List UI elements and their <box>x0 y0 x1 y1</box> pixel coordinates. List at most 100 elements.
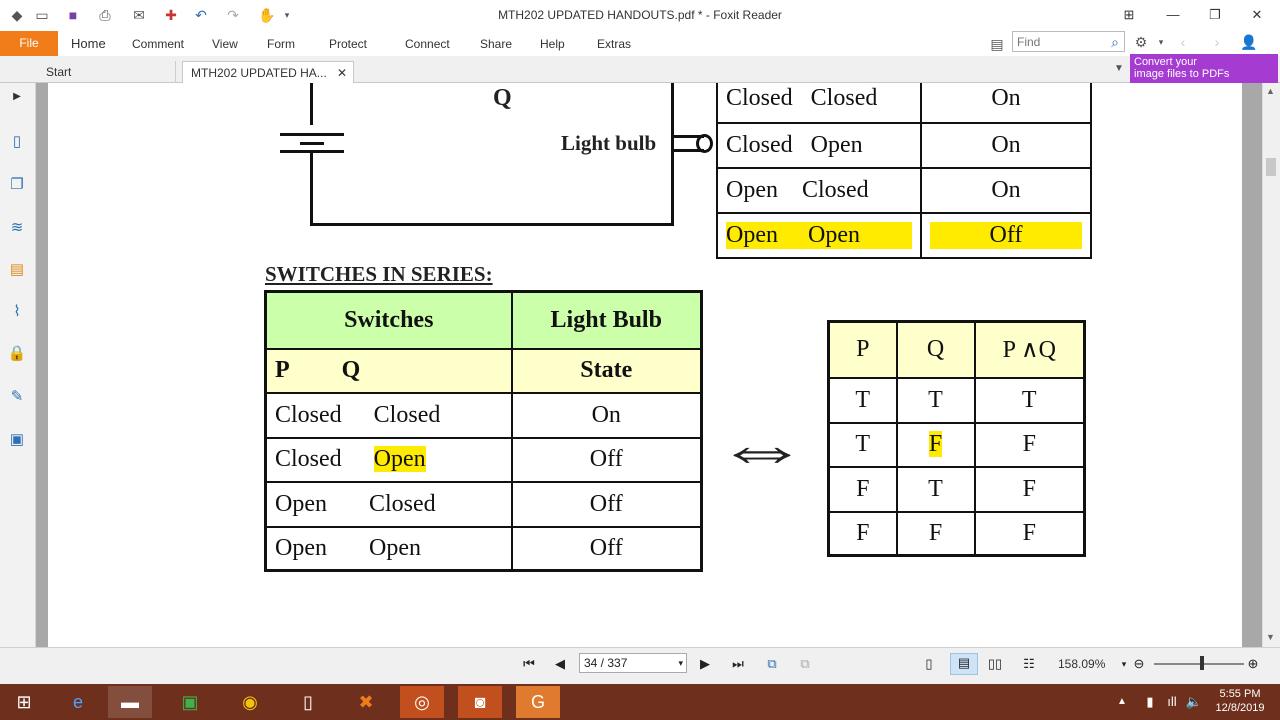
menu-form[interactable]: Form <box>267 37 295 51</box>
menu-extras[interactable]: Extras <box>597 37 631 51</box>
layers-icon[interactable]: ≋ <box>7 218 27 238</box>
previous-page-icon[interactable]: ◀ <box>551 655 569 673</box>
content-icon[interactable]: ▣ <box>7 430 27 450</box>
convert-promo-banner[interactable]: Convert your image files to PDFs <box>1130 54 1278 83</box>
foxit-reader-taskbar-icon[interactable]: G <box>516 686 560 718</box>
volume-icon[interactable]: 🔈 <box>1184 686 1204 718</box>
email-icon[interactable]: ✉ <box>130 6 148 24</box>
pages-icon[interactable]: ❐ <box>7 175 27 195</box>
signature-icon[interactable]: ✎ <box>7 387 27 407</box>
back-arrow-icon[interactable]: ‹ <box>1174 33 1192 51</box>
chrome-icon[interactable]: ◉ <box>228 686 272 718</box>
zoom-slider[interactable] <box>1154 663 1244 665</box>
ribbon-options-icon[interactable]: ⊞ <box>1116 4 1142 26</box>
comments-icon[interactable]: ▤ <box>7 260 27 280</box>
windows-start-icon[interactable]: ⊞ <box>2 686 46 718</box>
xampp-icon[interactable]: ✖ <box>344 686 388 718</box>
file-menu-button[interactable]: File <box>0 31 58 56</box>
expand-panel-icon[interactable]: ▶ <box>7 87 27 107</box>
bookmark-icon[interactable]: ▯ <box>7 132 27 152</box>
wire-bottom <box>310 223 674 226</box>
forward-arrow-icon[interactable]: › <box>1208 33 1226 51</box>
battery-plate-long <box>280 133 344 136</box>
save-icon[interactable]: ■ <box>64 6 82 24</box>
wire-left-bottom <box>310 153 313 225</box>
continuous-page-icon[interactable]: ▤ <box>950 653 978 675</box>
single-page-icon[interactable]: ▯ <box>920 655 938 673</box>
light-bulb-label: Light bulb <box>561 131 657 155</box>
hand-tool-icon[interactable]: ✋ <box>258 6 276 24</box>
attachment-icon[interactable]: ⌇ <box>7 302 27 322</box>
scrollbar-thumb[interactable] <box>1266 158 1276 176</box>
scroll-down-icon[interactable]: ▼ <box>1266 632 1275 642</box>
page-number-field[interactable]: 34 / 337 ▾ <box>579 653 687 673</box>
camera-app-icon[interactable]: ◙ <box>458 686 502 718</box>
menu-help[interactable]: Help <box>540 37 565 51</box>
taskbar-clock[interactable]: 5:55 PM 12/8/2019 <box>1205 687 1275 715</box>
clock-date: 12/8/2019 <box>1215 702 1265 714</box>
quick-access-dropdown-icon[interactable]: ▾ <box>278 6 296 24</box>
close-tab-icon[interactable]: ✕ <box>337 62 347 84</box>
menu-connect[interactable]: Connect <box>405 37 450 51</box>
find-input[interactable] <box>1013 32 1101 51</box>
undo-icon[interactable]: ↶ <box>192 6 210 24</box>
tab-document[interactable]: MTH202 UPDATED HA... ✕ <box>182 61 354 83</box>
switch-q-label: Q <box>493 85 512 111</box>
redo-icon[interactable]: ↷ <box>224 6 242 24</box>
internet-explorer-icon[interactable]: e <box>56 686 100 718</box>
cell-result: F <box>973 421 1086 468</box>
menu-view[interactable]: View <box>212 37 238 51</box>
find-folder-icon[interactable]: ▤ <box>988 35 1006 53</box>
file-explorer-icon[interactable]: ▬ <box>108 686 152 718</box>
cell-p: Open <box>275 534 327 561</box>
table-header-row: Switches Light Bulb <box>264 290 703 350</box>
last-page-icon[interactable]: ⏭ <box>729 655 747 673</box>
page-dropdown-icon[interactable]: ▾ <box>678 654 683 672</box>
open-folder-icon[interactable]: ▭ <box>33 6 51 24</box>
search-icon[interactable]: ⌕ <box>1106 33 1124 51</box>
print-icon[interactable]: ⎙ <box>96 6 114 24</box>
scroll-up-icon[interactable]: ▲ <box>1266 86 1275 96</box>
tab-start[interactable]: Start <box>38 61 176 83</box>
new-pdf-icon[interactable]: ✚ <box>162 6 180 24</box>
cell-q-highlighted: F <box>928 431 943 457</box>
menu-protect[interactable]: Protect <box>329 37 367 51</box>
close-window-button[interactable]: ✕ <box>1244 4 1270 26</box>
tab-list-dropdown-icon[interactable]: ▼ <box>1110 60 1128 78</box>
gear-icon[interactable]: ⚙ <box>1132 33 1150 51</box>
next-page-icon[interactable]: ▶ <box>696 655 714 673</box>
zoom-out-icon[interactable]: ⊖ <box>1130 655 1148 673</box>
zoom-in-icon[interactable]: ⊕ <box>1244 655 1262 673</box>
next-view-icon[interactable]: ⧉ <box>796 655 814 673</box>
first-page-icon[interactable]: ⏮ <box>520 655 538 673</box>
user-icon[interactable]: 👤 <box>1240 33 1258 51</box>
app-frame-icon[interactable]: ▯ <box>286 686 330 718</box>
wire-left-top <box>310 83 313 125</box>
zoom-slider-thumb[interactable] <box>1200 656 1204 670</box>
cell-p: Closed <box>275 446 342 472</box>
restore-button[interactable]: ❐ <box>1202 4 1228 26</box>
table-row: T F F <box>827 421 1086 468</box>
cell-state: On <box>920 83 1092 124</box>
zoom-level[interactable]: 158.09% <box>1058 657 1105 671</box>
table-row: Closed Closed On <box>264 391 703 439</box>
menu-comment[interactable]: Comment <box>132 37 184 51</box>
promo-line-2: image files to PDFs <box>1134 68 1230 80</box>
menu-share[interactable]: Share <box>480 37 512 51</box>
minimize-button[interactable]: — <box>1160 4 1186 26</box>
header-switches: Switches <box>264 290 513 350</box>
header-q: Q <box>895 320 976 379</box>
network-signal-icon[interactable]: ıll <box>1162 686 1182 718</box>
screen-recorder-icon[interactable]: ◎ <box>400 686 444 718</box>
menu-home[interactable]: Home <box>71 36 106 51</box>
show-hidden-icons[interactable]: ▲ <box>1112 686 1132 718</box>
battery-icon[interactable]: ▮ <box>1140 686 1160 718</box>
cell-p: T <box>827 421 898 468</box>
settings-dropdown-icon[interactable]: ▾ <box>1152 33 1170 51</box>
continuous-facing-icon[interactable]: ☷ <box>1020 655 1038 673</box>
facing-pages-icon[interactable]: ▯▯ <box>986 655 1004 673</box>
store-icon[interactable]: ▣ <box>168 686 212 718</box>
lock-icon[interactable]: 🔒 <box>7 344 27 364</box>
previous-view-icon[interactable]: ⧉ <box>763 655 781 673</box>
cell-p: Open <box>726 222 778 248</box>
